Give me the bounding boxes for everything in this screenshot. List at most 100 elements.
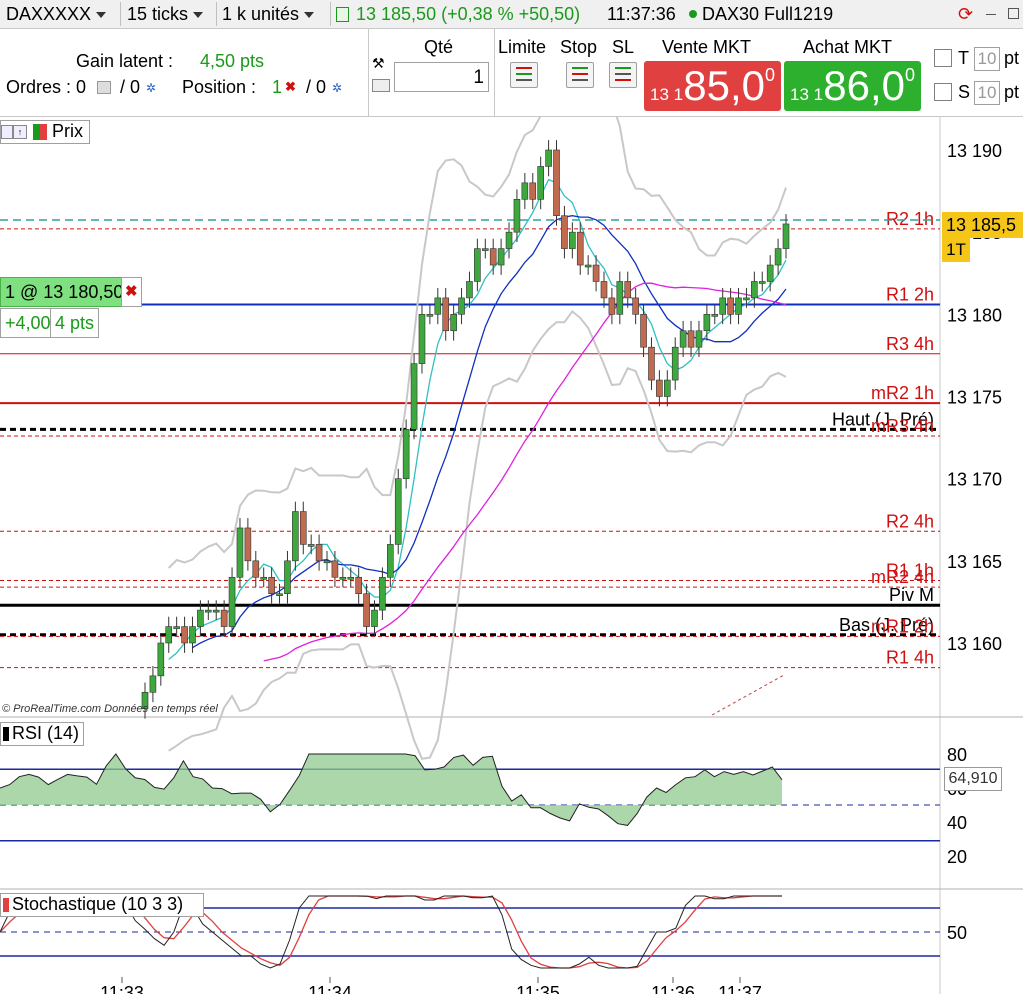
- watermark: © ProRealTime.com Données en temps réel: [2, 703, 218, 715]
- level-label: mR2 4h: [871, 567, 934, 587]
- quantity-input[interactable]: 1: [394, 62, 489, 92]
- trend-line: [711, 674, 785, 716]
- sell-label: Vente MKT: [662, 37, 752, 57]
- take-profit-label: T: [958, 48, 969, 68]
- position-marker[interactable]: 1 @ 13 180,50: [0, 277, 129, 307]
- orders-label: Ordres : 0: [6, 77, 87, 97]
- keypad-icon[interactable]: [372, 79, 390, 92]
- price-tick-label: 13 175: [947, 388, 1002, 408]
- candle-up: [545, 149, 552, 167]
- price-panel-header[interactable]: ↑ Prix: [0, 120, 90, 144]
- candle-up: [521, 182, 529, 200]
- gain-label: Gain latent :: [76, 51, 174, 71]
- order-panel: Gain latent : 4,50 pts Ordres : 0 / 0 ✲ …: [0, 29, 1023, 117]
- timeframe-dropdown[interactable]: 15 ticks: [127, 0, 204, 28]
- rsi-color-icon: [3, 727, 9, 741]
- wrench-icon[interactable]: ⚒: [372, 55, 385, 72]
- candle-up: [394, 478, 402, 545]
- arrow-up-icon[interactable]: ↑: [13, 125, 27, 139]
- sell-price-main: 85,0: [683, 62, 765, 109]
- level-label: mR3 4h: [871, 416, 934, 436]
- candle-down: [442, 297, 450, 332]
- top-toolbar: DAXXXXX 15 ticks 1 k unités 13 185,50 (+…: [0, 0, 1023, 29]
- candle-up: [458, 297, 465, 315]
- candle-up: [537, 166, 544, 200]
- bollinger-bands: [167, 94, 787, 760]
- stop-s-label: S: [958, 82, 971, 102]
- position-pl: +4,00: [0, 308, 56, 338]
- separator: [120, 2, 121, 26]
- collapse-icon[interactable]: [1, 125, 13, 139]
- prix-color-icon: [33, 124, 40, 140]
- timeframe-label: 15 ticks: [127, 4, 189, 24]
- sell-market-button[interactable]: 13 1 85,00: [644, 61, 781, 111]
- instrument-name: DAX30 Full1219: [702, 4, 834, 24]
- candle-up: [505, 231, 513, 249]
- position-pts: 4 pts: [50, 308, 100, 338]
- candle-down: [640, 314, 647, 348]
- orders-sep: / 0: [120, 77, 141, 97]
- candle-up: [616, 281, 624, 315]
- level-label: R1 4h: [886, 648, 934, 668]
- candle-down: [648, 346, 655, 381]
- gear-icon[interactable]: ✲: [332, 81, 342, 95]
- rsi-title: RSI (14): [12, 723, 80, 743]
- candle-up: [766, 264, 774, 282]
- stop-checkbox[interactable]: [934, 83, 952, 101]
- chevron-down-icon: [96, 12, 107, 19]
- buy-market-button[interactable]: 13 1 86,00: [784, 61, 921, 111]
- candle-down: [181, 626, 188, 644]
- candle-up: [751, 281, 758, 299]
- rsi-tick-label: 20: [947, 847, 967, 867]
- take-profit-checkbox[interactable]: [934, 49, 952, 67]
- candle-down: [220, 609, 228, 627]
- chevron-down-icon: [193, 12, 204, 19]
- candle-up: [782, 223, 790, 249]
- refresh-icon[interactable]: ⟳: [958, 4, 973, 25]
- rsi-value-tag: 64,910: [944, 767, 1002, 791]
- candle-down: [529, 182, 537, 200]
- close-position-icon[interactable]: ✖: [285, 79, 296, 95]
- units-dropdown[interactable]: 1 k unités: [222, 0, 315, 28]
- candle-down: [489, 248, 497, 266]
- info-icon[interactable]: [336, 7, 349, 22]
- candle-up: [450, 314, 457, 332]
- chart-area[interactable]: R2 1h R1 2h R3 4h mR2 1h Haut (J. Pré) mR3 4h…: [0, 94, 1023, 999]
- candle-up: [711, 314, 719, 317]
- stop-order-button[interactable]: [566, 62, 594, 88]
- candle-up: [402, 429, 410, 479]
- candle-down: [600, 281, 608, 299]
- candle-down: [561, 215, 568, 249]
- candle-up: [513, 199, 521, 233]
- candle-up: [679, 330, 687, 348]
- take-profit-unit: pt: [1004, 48, 1020, 68]
- candle-up: [584, 264, 592, 268]
- minimize-icon[interactable]: [986, 14, 996, 15]
- take-profit-input[interactable]: 10: [974, 47, 1000, 71]
- prix-color-icon: [40, 124, 47, 140]
- rsi-panel-header[interactable]: RSI (14): [0, 722, 84, 746]
- stop-input[interactable]: 10: [974, 81, 1000, 105]
- limit-order-button[interactable]: [510, 62, 538, 88]
- candle-up: [173, 626, 180, 629]
- candle-up: [379, 576, 386, 611]
- position-sep: / 0: [306, 77, 327, 97]
- orders-cancel-icon[interactable]: [97, 81, 111, 94]
- position-label: Position :: [182, 77, 257, 97]
- sl-label: SL: [612, 37, 635, 57]
- candle-up: [228, 576, 236, 627]
- limit-label: Limite: [498, 37, 547, 57]
- close-position-icon[interactable]: ✖: [121, 277, 142, 307]
- sell-price-sup: 0: [764, 65, 775, 85]
- level-label: R1 2h: [886, 284, 934, 304]
- maximize-icon[interactable]: [1008, 8, 1019, 19]
- candle-up: [165, 626, 173, 644]
- stop-loss-button[interactable]: [609, 62, 637, 88]
- stoch-panel-header[interactable]: Stochastique (10 3 3): [0, 893, 204, 917]
- candle-up: [371, 609, 378, 627]
- candle-up: [347, 576, 355, 580]
- symbol-dropdown[interactable]: DAXXXXX: [6, 0, 107, 28]
- candle-up: [569, 231, 576, 249]
- chart-canvas[interactable]: R2 1hR1 2hR3 4hmR2 1hHaut (J. Pré)mR3 4h…: [0, 94, 1023, 999]
- gear-icon[interactable]: ✲: [146, 81, 156, 95]
